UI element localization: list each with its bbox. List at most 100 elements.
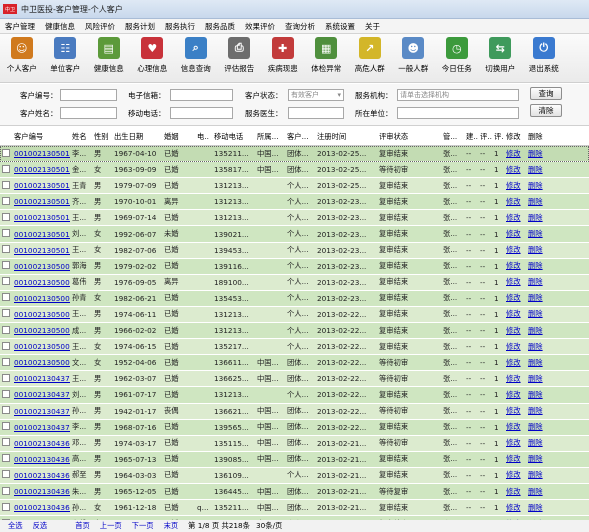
table-row[interactable]: 0010021305008 葛伟男 1976-09-05 离异 189100... 个人.…: [0, 274, 589, 291]
cell-edit[interactable]: 修改: [504, 309, 526, 319]
toolbar-button[interactable]: ⏻ 退出系统: [522, 34, 566, 83]
cell-delete[interactable]: 删除: [526, 213, 546, 223]
cell-edit[interactable]: 修改: [504, 487, 526, 497]
menu-item[interactable]: 服务品质: [200, 21, 240, 32]
cell-delete[interactable]: 删除: [526, 181, 546, 191]
cell-customer-no[interactable]: 0010021305010: [12, 246, 70, 255]
toolbar-button[interactable]: ☻ 一般人群: [392, 34, 436, 83]
cell-edit[interactable]: 修改: [504, 470, 526, 480]
cell-customer-no[interactable]: 0010021305005: [12, 310, 70, 319]
cell-customer-no[interactable]: 0010021305007: [12, 294, 70, 303]
email-input[interactable]: [170, 89, 233, 101]
cell-delete[interactable]: 删除: [526, 309, 546, 319]
toolbar-button[interactable]: ✚ 疾病现患: [261, 34, 305, 83]
cell-select-checkbox[interactable]: [0, 180, 12, 191]
cell-customer-no[interactable]: 0010021304372: [12, 407, 70, 416]
next-page-link[interactable]: 下一页: [132, 521, 154, 531]
checkbox-icon[interactable]: [2, 309, 10, 318]
cell-select-checkbox[interactable]: [0, 470, 12, 480]
toolbar-button[interactable]: ♥ 心理信息: [131, 34, 175, 83]
menu-item[interactable]: 服务计划: [120, 21, 160, 32]
checkbox-icon[interactable]: [2, 454, 10, 463]
checkbox-icon[interactable]: [2, 502, 10, 511]
cell-delete[interactable]: 删除: [526, 374, 546, 384]
cell-customer-no[interactable]: 0010021305014: [12, 181, 70, 190]
customer-no-input[interactable]: [60, 89, 117, 101]
checkbox-icon[interactable]: [2, 325, 10, 334]
table-row[interactable]: 0010021305012 王... 男 1969-07-14 已婚 131213... 个…: [0, 210, 589, 227]
menu-item[interactable]: 客户管理: [0, 21, 40, 32]
checkbox-icon[interactable]: [2, 196, 10, 205]
cell-delete[interactable]: 删除: [526, 470, 546, 480]
table-row[interactable]: 0010021305004 成... 男 1966-02-02 已婚 131213... 个…: [0, 323, 589, 340]
cell-customer-no[interactable]: 0010021304366: [12, 471, 70, 480]
cell-select-checkbox[interactable]: [0, 325, 12, 336]
cell-delete[interactable]: 删除: [526, 229, 546, 239]
cell-select-checkbox[interactable]: [0, 373, 12, 384]
cell-delete[interactable]: 删除: [526, 293, 546, 303]
unit-input[interactable]: [397, 107, 519, 119]
cell-edit[interactable]: 修改: [504, 197, 526, 207]
cell-select-checkbox[interactable]: [0, 229, 12, 239]
cell-select-checkbox[interactable]: [0, 454, 12, 464]
checkbox-icon[interactable]: [2, 341, 10, 350]
menu-item[interactable]: 关于: [360, 21, 385, 32]
table-row[interactable]: 0010021305011 刘... 女 1992-06-07 未婚 139021... 个…: [0, 226, 589, 243]
cell-delete[interactable]: 删除: [526, 165, 546, 175]
checkbox-icon[interactable]: [2, 148, 10, 157]
cell-customer-no[interactable]: 0010021304360: [12, 503, 70, 512]
cell-select-checkbox[interactable]: [0, 212, 12, 223]
cell-edit[interactable]: 修改: [504, 406, 526, 416]
table-row[interactable]: 0010021304368 高... 男 1965-07-13 已婚 139085... 中…: [0, 451, 589, 468]
cell-customer-no[interactable]: 0010021305017: [12, 149, 70, 158]
cell-delete[interactable]: 删除: [526, 197, 546, 207]
cell-edit[interactable]: 修改: [504, 374, 526, 384]
cell-delete[interactable]: 删除: [526, 487, 546, 497]
table-row[interactable]: 0010021304362 朱... 男 1965-12-05 已婚 136445... 中…: [0, 483, 589, 501]
cell-select-checkbox[interactable]: [0, 486, 12, 497]
cell-customer-no[interactable]: 0010021305009: [12, 262, 70, 271]
cell-select-checkbox[interactable]: [0, 389, 12, 400]
cell-customer-no[interactable]: 0010021304373: [12, 390, 70, 399]
cell-edit[interactable]: 修改: [504, 277, 526, 287]
cell-select-checkbox[interactable]: [0, 293, 12, 303]
menu-item[interactable]: 健康信息: [40, 21, 80, 32]
cell-delete[interactable]: 删除: [526, 454, 546, 464]
checkbox-icon[interactable]: [2, 277, 10, 286]
clear-button[interactable]: 清除: [530, 104, 562, 117]
cell-select-checkbox[interactable]: [0, 196, 12, 207]
cell-select-checkbox[interactable]: [0, 277, 12, 287]
cell-select-checkbox[interactable]: [0, 341, 12, 352]
toolbar-button[interactable]: ⌕ 信息查询: [174, 34, 218, 83]
cell-customer-no[interactable]: 0010021305012: [12, 213, 70, 222]
table-row[interactable]: 0010021305002 文... 女 1952-04-06 已婚 136611... 中…: [0, 355, 589, 372]
checkbox-icon[interactable]: [2, 486, 10, 495]
cell-edit[interactable]: 修改: [504, 454, 526, 464]
cell-edit[interactable]: 修改: [504, 503, 526, 513]
cell-edit[interactable]: 修改: [504, 293, 526, 303]
menu-item[interactable]: 查询分析: [280, 21, 320, 32]
cell-customer-no[interactable]: 0010021304374: [12, 374, 70, 383]
checkbox-icon[interactable]: [2, 180, 10, 189]
checkbox-icon[interactable]: [2, 245, 10, 254]
table-row[interactable]: 0010021305016 金... 女 1963-09-09 已婚 135817... 中…: [0, 162, 589, 179]
toolbar-button[interactable]: ⎙ 评估报告: [218, 34, 262, 83]
invert-selection-link[interactable]: 反选: [33, 521, 48, 531]
cell-edit[interactable]: 修改: [504, 326, 526, 336]
cell-edit[interactable]: 修改: [504, 358, 526, 368]
checkbox-icon[interactable]: [2, 261, 10, 270]
checkbox-icon[interactable]: [2, 212, 10, 221]
cell-customer-no[interactable]: 0010021304368: [12, 455, 70, 464]
cell-edit[interactable]: 修改: [504, 342, 526, 352]
checkbox-icon[interactable]: [2, 389, 10, 398]
cell-edit[interactable]: 修改: [504, 390, 526, 400]
cell-delete[interactable]: 删除: [526, 245, 546, 255]
cell-customer-no[interactable]: 0010021304369: [12, 439, 70, 448]
agency-input[interactable]: 请单击选择机构: [397, 89, 519, 101]
toolbar-button[interactable]: ◷ 今日任务: [435, 34, 479, 83]
table-row[interactable]: 0010021305009 郭海男 1979-02-02 已婚 139116... 个人.…: [0, 258, 589, 275]
checkbox-icon[interactable]: [2, 422, 10, 431]
cell-delete[interactable]: 删除: [526, 326, 546, 336]
cell-select-checkbox[interactable]: [0, 502, 12, 513]
cell-delete[interactable]: 删除: [526, 149, 546, 159]
